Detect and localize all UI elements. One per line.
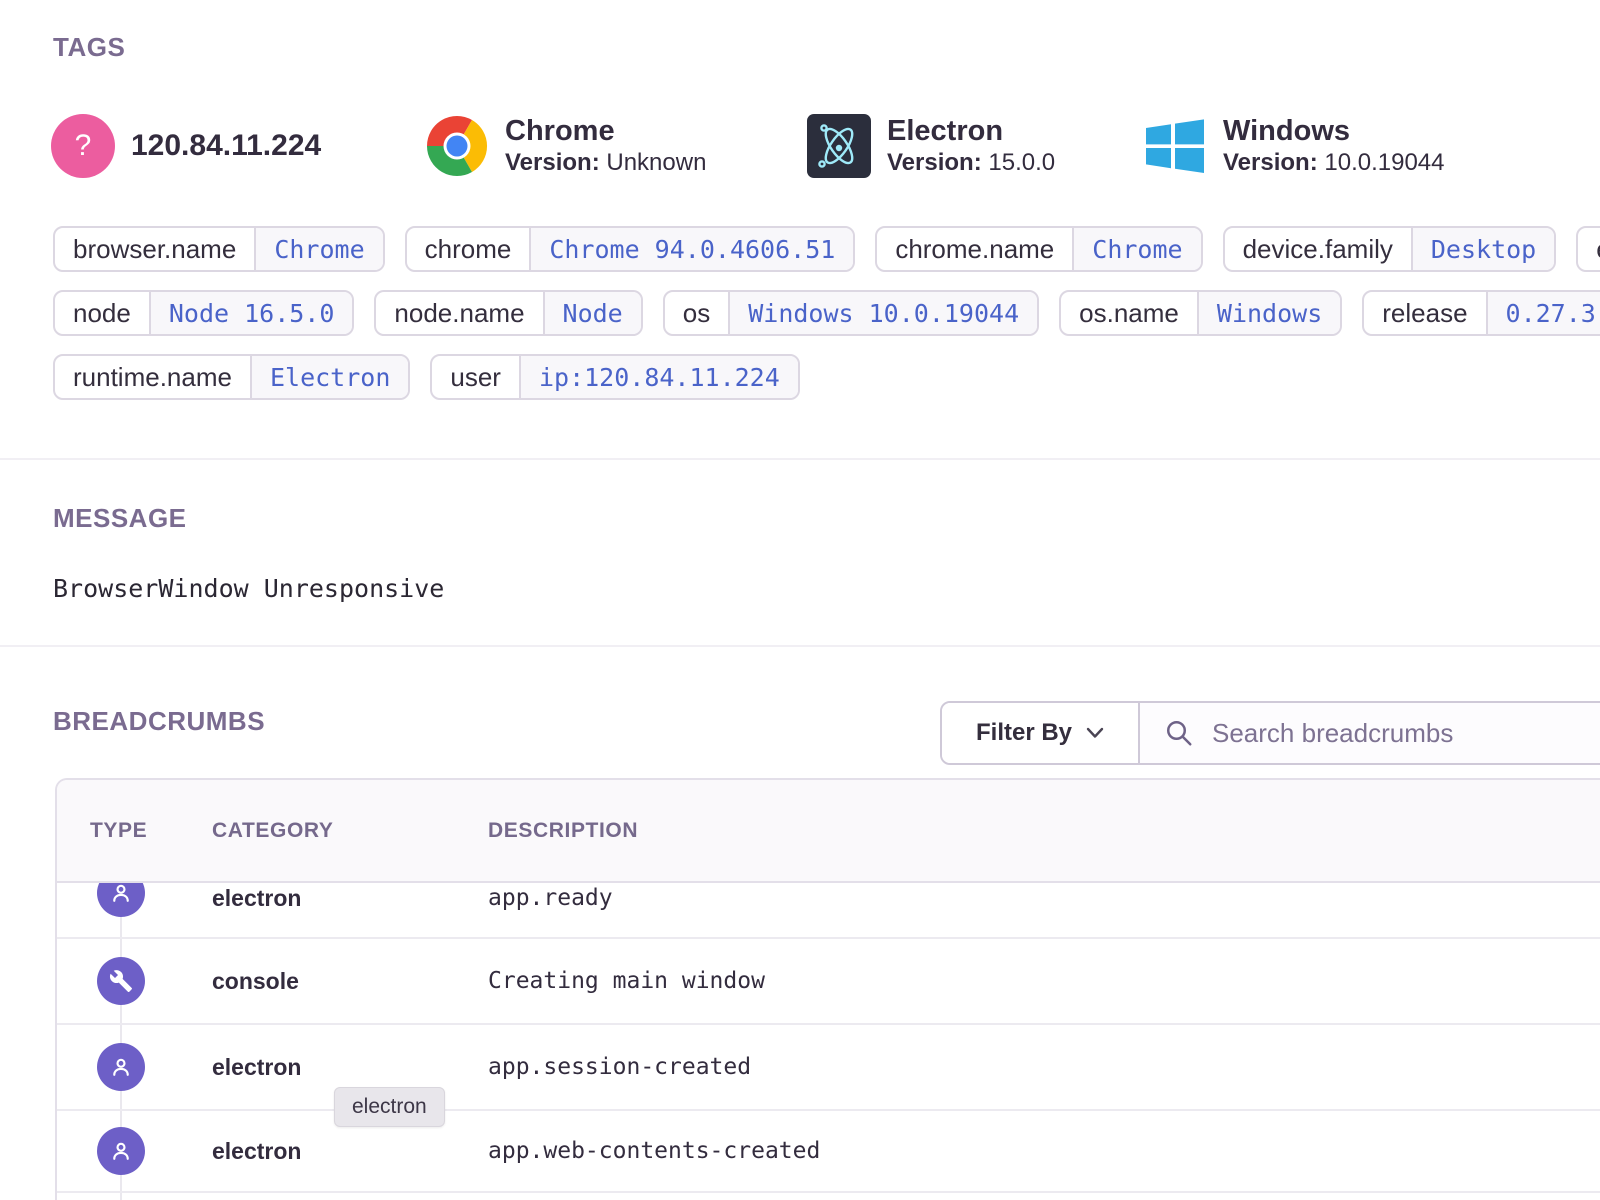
column-header-type: TYPE — [57, 819, 212, 843]
tag-pill-chrome[interactable]: chrome Chrome 94.0.4606.51 — [405, 226, 856, 272]
tag-pill-device-family[interactable]: device.family Desktop — [1223, 226, 1557, 272]
tag-summary-ip: ? 120.84.11.224 — [51, 113, 321, 179]
section-divider — [0, 458, 1600, 460]
tag-pill-user[interactable]: user ip:120.84.11.224 — [430, 354, 799, 400]
breadcrumbs-filter-search: Filter By — [940, 701, 1600, 765]
chevron-down-icon — [1086, 727, 1104, 739]
tooltip: electron — [334, 1087, 445, 1127]
column-header-category: CATEGORY — [212, 819, 488, 843]
breadcrumb-row[interactable]: electron app.ready — [57, 883, 1600, 939]
user-icon — [97, 1043, 145, 1091]
browser-name: Chrome — [505, 117, 706, 146]
breadcrumbs-section-title: BREADCRUMBS — [53, 706, 265, 737]
column-header-description: DESCRIPTION — [488, 819, 1600, 843]
tag-pill-node[interactable]: node Node 16.5.0 — [53, 290, 354, 336]
tag-key: runtime.name — [55, 356, 250, 398]
breadcrumb-row[interactable]: electron app.web-contents-created — [57, 1111, 1600, 1193]
tag-pill-node-name[interactable]: node.name Node — [374, 290, 642, 336]
wrench-icon — [97, 957, 145, 1005]
issue-detail-page: TAGS ? 120.84.11.224 Chrome Version: Unk… — [0, 0, 1600, 1200]
os-name: Windows — [1223, 117, 1445, 146]
tag-key: os.name — [1061, 292, 1197, 334]
tag-value: Chrome — [1072, 228, 1200, 270]
tag-value: ip:120.84.11.224 — [519, 356, 798, 398]
windows-icon — [1143, 114, 1207, 178]
user-icon — [97, 1127, 145, 1175]
filter-by-label: Filter By — [976, 719, 1072, 747]
search-box — [1140, 703, 1600, 763]
tag-value: Windows — [1197, 292, 1340, 334]
tag-value: Node 16.5.0 — [149, 292, 353, 334]
tag-pill-runtime-name[interactable]: runtime.name Electron — [53, 354, 410, 400]
tag-pill-chrome-name[interactable]: chrome.name Chrome — [875, 226, 1202, 272]
tag-pill-browser-name[interactable]: browser.name Chrome — [53, 226, 385, 272]
tag-pill-os-name[interactable]: os.name Windows — [1059, 290, 1342, 336]
runtime-version: Version: 15.0.0 — [887, 151, 1055, 175]
tags-section-title: TAGS — [53, 32, 125, 63]
tag-summary-os: Windows Version: 10.0.19044 — [1143, 113, 1445, 179]
tag-key: node — [55, 292, 149, 334]
tag-summary-browser: Chrome Version: Unknown — [425, 113, 706, 179]
tag-pill-row-1: browser.name Chrome chrome Chrome 94.0.4… — [53, 226, 1600, 272]
search-icon — [1164, 718, 1194, 748]
tag-summary-runtime: Electron Version: 15.0.0 — [807, 113, 1055, 179]
ip-address-text: 120.84.11.224 — [131, 129, 321, 163]
filter-by-button[interactable]: Filter By — [942, 703, 1140, 763]
tag-key: environment — [1578, 228, 1600, 270]
tag-key: os — [665, 292, 728, 334]
breadcrumb-description: app.web-contents-created — [488, 1138, 1600, 1164]
electron-icon — [807, 114, 871, 178]
breadcrumb-row[interactable]: console Creating main window — [57, 939, 1600, 1025]
tag-key: browser.name — [55, 228, 254, 270]
question-mark-icon: ? — [51, 114, 115, 178]
tag-value: Node — [543, 292, 641, 334]
tag-key: user — [432, 356, 519, 398]
tag-key: chrome — [407, 228, 530, 270]
breadcrumb-category: electron — [212, 885, 488, 912]
section-divider — [0, 645, 1600, 647]
breadcrumb-category: electron — [212, 1138, 488, 1165]
message-section-title: MESSAGE — [53, 503, 187, 534]
tag-pill-row-2: node Node 16.5.0 node.name Node os Windo… — [53, 290, 1600, 336]
tag-value: Desktop — [1411, 228, 1554, 270]
tag-key: node.name — [376, 292, 542, 334]
tag-value: 0.27.3 — [1486, 292, 1600, 334]
tag-key: device.family — [1225, 228, 1411, 270]
tag-value: Electron — [250, 356, 408, 398]
message-text: BrowserWindow Unresponsive — [53, 574, 444, 603]
tag-key: release — [1364, 292, 1485, 334]
breadcrumb-row[interactable]: electron app.session-created — [57, 1025, 1600, 1111]
tag-pill-environment[interactable]: environment — [1576, 226, 1600, 272]
tag-value: Chrome — [254, 228, 382, 270]
tag-pill-os[interactable]: os Windows 10.0.19044 — [663, 290, 1039, 336]
breadcrumb-category: electron — [212, 1054, 488, 1081]
tag-pill-row-3: runtime.name Electron user ip:120.84.11.… — [53, 354, 1600, 400]
breadcrumb-description: app.session-created — [488, 1054, 1600, 1080]
tag-pill-release[interactable]: release 0.27.3 — [1362, 290, 1600, 336]
tag-value: Windows 10.0.19044 — [728, 292, 1037, 334]
chrome-icon — [425, 114, 489, 178]
breadcrumbs-table: TYPE CATEGORY DESCRIPTION electron app.r… — [55, 778, 1600, 1200]
breadcrumb-category: console — [212, 968, 488, 995]
browser-version: Version: Unknown — [505, 151, 706, 175]
search-input[interactable] — [1210, 717, 1600, 750]
breadcrumb-description: app.ready — [488, 885, 1600, 911]
tag-value: Chrome 94.0.4606.51 — [529, 228, 853, 270]
os-version: Version: 10.0.19044 — [1223, 151, 1445, 175]
question-glyph: ? — [75, 129, 92, 163]
tag-key: chrome.name — [877, 228, 1072, 270]
runtime-name: Electron — [887, 117, 1055, 146]
breadcrumbs-table-header: TYPE CATEGORY DESCRIPTION — [57, 780, 1600, 883]
breadcrumb-description: Creating main window — [488, 968, 1600, 994]
